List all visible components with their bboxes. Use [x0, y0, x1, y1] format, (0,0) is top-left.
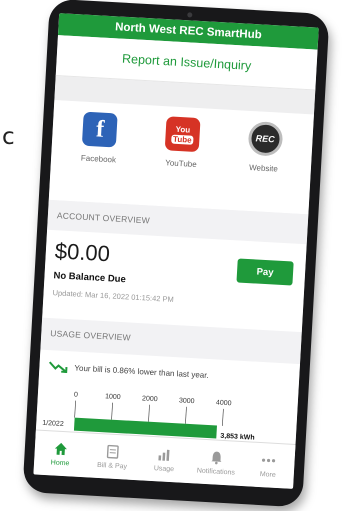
x-tick-line: [148, 404, 150, 422]
usage-chart-icon: [156, 446, 173, 463]
tab-home[interactable]: Home: [33, 430, 87, 477]
rec-logo-icon: REC: [247, 120, 284, 157]
website-link[interactable]: REC Website: [231, 110, 296, 213]
website-label: Website: [248, 162, 279, 174]
bell-icon: [208, 449, 225, 466]
x-tick-line: [222, 408, 224, 426]
youtube-link[interactable]: You Tube YouTube: [149, 106, 214, 209]
home-icon: [52, 440, 69, 457]
tab-more[interactable]: More: [241, 442, 295, 489]
balance-status: No Balance Due: [53, 270, 127, 286]
tab-bill-pay[interactable]: Bill & Pay: [85, 433, 139, 480]
x-tick-line: [74, 400, 76, 418]
usage-trend-text: Your bill is 0.86% lower than last year.: [74, 363, 209, 380]
x-tick-label: 3000: [179, 397, 195, 405]
facebook-link[interactable]: f Facebook: [66, 101, 131, 204]
facebook-label: Facebook: [80, 153, 117, 165]
x-tick-label: 1000: [105, 393, 121, 401]
x-tick-line: [185, 406, 187, 424]
tab-usage-label: Usage: [153, 465, 175, 474]
youtube-label: YouTube: [165, 158, 197, 170]
app-title: North West REC SmartHub: [114, 21, 262, 42]
tablet-device: North West REC SmartHub Report an Issue/…: [22, 0, 330, 508]
account-overview-card: $0.00 No Balance Due Updated: Mar 16, 20…: [42, 229, 307, 333]
tab-usage[interactable]: Usage: [137, 436, 191, 483]
tab-notifications[interactable]: Notifications: [189, 439, 243, 486]
updated-timestamp: Updated: Mar 16, 2022 01:15:42 PM: [52, 288, 174, 304]
usage-trend: Your bill is 0.86% lower than last year.: [48, 360, 209, 381]
bill-icon: [104, 443, 121, 460]
app-screen: North West REC SmartHub Report an Issue/…: [33, 13, 319, 489]
camera-dot: [186, 12, 192, 18]
category-label: 1/2022: [42, 420, 64, 428]
tab-home-label: Home: [50, 459, 70, 468]
report-issue-label: Report an Issue/Inquiry: [121, 51, 252, 73]
background-partial-text: c: [2, 124, 15, 150]
x-tick-line: [111, 402, 113, 420]
tab-more-label: More: [259, 471, 276, 479]
x-tick-label: 0: [74, 392, 78, 399]
pay-button[interactable]: Pay: [236, 258, 294, 286]
youtube-icon: You Tube: [164, 116, 201, 153]
trend-down-icon: [48, 361, 68, 374]
x-tick-label: 2000: [142, 395, 158, 403]
more-dots-icon: [260, 452, 277, 469]
balance-amount: $0.00: [54, 238, 111, 267]
facebook-icon: f: [82, 111, 119, 148]
x-tick-label: 4000: [216, 399, 232, 407]
tab-bill-pay-label: Bill & Pay: [96, 461, 128, 471]
social-links: f Facebook You Tube YouTube REC Website: [48, 99, 314, 215]
tab-notifications-label: Notifications: [196, 467, 236, 477]
